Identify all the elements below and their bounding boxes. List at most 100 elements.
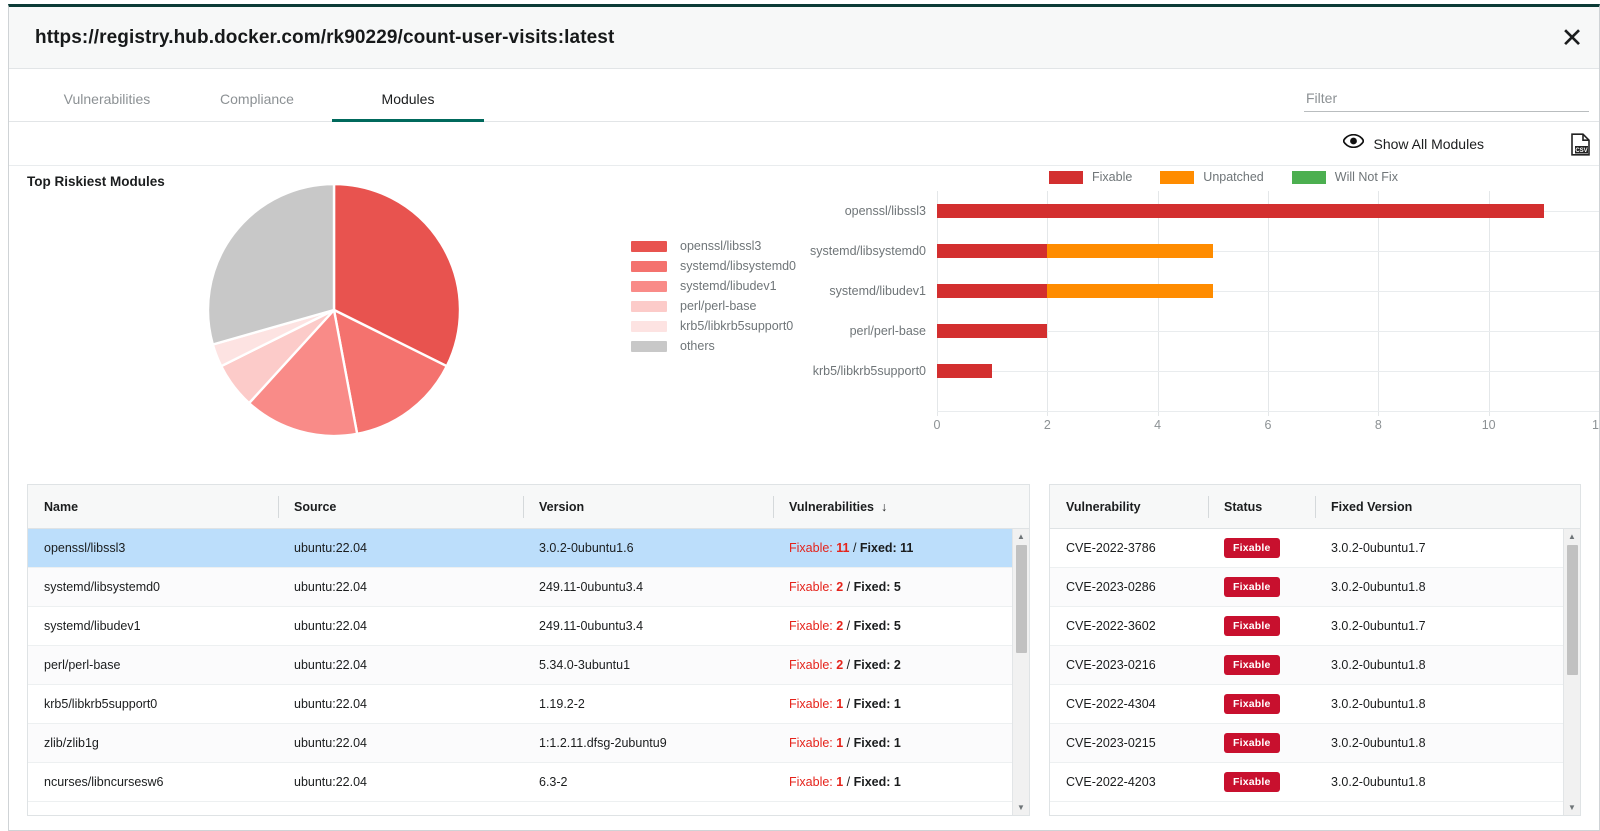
table-row[interactable]: CVE-2023-0215 Fixable 3.0.2-0ubuntu1.8 <box>1050 724 1580 763</box>
bar-legend-item[interactable]: Unpatched <box>1160 170 1281 184</box>
column-header-version[interactable]: Version <box>523 485 773 529</box>
column-header-fixed-version[interactable]: Fixed Version <box>1315 485 1535 529</box>
legend-label: krb5/libkrb5support0 <box>680 319 794 333</box>
fixed-count: Fixed: 1 <box>853 736 901 750</box>
legend-item[interactable]: others <box>631 336 796 356</box>
scrollbar-thumb[interactable] <box>1016 545 1027 653</box>
tab-compliance[interactable]: Compliance <box>182 91 332 121</box>
cell-cve-id: CVE-2022-3786 <box>1066 541 1156 555</box>
column-header-vulnerability[interactable]: Vulnerability <box>1050 485 1208 529</box>
table-row[interactable]: CVE-2022-4203 Fixable 3.0.2-0ubuntu1.8 <box>1050 763 1580 802</box>
column-header-vulnerabilities[interactable]: Vulnerabilities ↓ <box>773 485 1003 529</box>
bar-legend-item[interactable]: Will Not Fix <box>1291 170 1416 184</box>
legend-item[interactable]: perl/perl-base <box>631 296 796 316</box>
modules-table-scrollbar[interactable]: ▲ ▼ <box>1012 529 1029 815</box>
bar-segment[interactable] <box>937 364 993 378</box>
fixable-count: Fixable: 1 <box>789 697 844 711</box>
scrollbar-thumb[interactable] <box>1567 545 1578 675</box>
legend-swatch <box>631 300 667 312</box>
table-row[interactable]: krb5/libkrb5support0 ubuntu:22.04 1.19.2-2… <box>28 685 1029 724</box>
legend-item[interactable]: systemd/libudev1 <box>631 276 796 296</box>
bar-track <box>937 231 1599 271</box>
legend-item[interactable]: krb5/libkrb5support0 <box>631 316 796 336</box>
close-icon[interactable]: ✕ <box>1555 21 1589 55</box>
table-row[interactable]: CVE-2022-3602 Fixable 3.0.2-0ubuntu1.7 <box>1050 607 1580 646</box>
table-row[interactable]: perl/perl-base ubuntu:22.04 5.34.0-3ubuntu… <box>28 646 1029 685</box>
cell-version: 6.3-2 <box>539 775 568 789</box>
cell-version: 1:1.2.11.dfsg-2ubuntu9 <box>539 736 667 750</box>
table-row[interactable]: CVE-2022-4304 Fixable 3.0.2-0ubuntu1.8 <box>1050 685 1580 724</box>
fixed-count: Fixed: 1 <box>853 697 901 711</box>
legend-label: Unpatched <box>1203 170 1264 184</box>
legend-item[interactable]: openssl/libssl3 <box>631 236 796 256</box>
cell-source: ubuntu:22.04 <box>294 619 367 633</box>
cell-version: 249.11-0ubuntu3.4 <box>539 580 644 594</box>
cell-module-name: systemd/libsystemd0 <box>44 580 161 594</box>
table-row[interactable]: zlib/zlib1g ubuntu:22.04 1:1.2.11.dfsg-2ub… <box>28 724 1029 763</box>
cell-version: 249.11-0ubuntu3.4 <box>539 619 644 633</box>
legend-label: systemd/libsystemd0 <box>680 259 797 273</box>
column-header-name[interactable]: Name <box>28 485 278 529</box>
bar-segment[interactable] <box>937 324 1048 338</box>
sort-descending-icon: ↓ <box>880 499 888 514</box>
tab-vulnerabilities[interactable]: Vulnerabilities <box>32 91 182 121</box>
status-badge: Fixable <box>1224 616 1280 636</box>
legend-swatch <box>1049 170 1083 184</box>
scroll-up-icon[interactable]: ▲ <box>1564 529 1580 544</box>
tab-bar: Vulnerabilities Compliance Modules <box>9 69 1599 122</box>
legend-label: Fixable <box>1092 170 1133 184</box>
vulnerabilities-table-scrollbar[interactable]: ▲ ▼ <box>1563 529 1580 815</box>
scroll-up-icon[interactable]: ▲ <box>1013 529 1029 544</box>
legend-item[interactable]: systemd/libsystemd0 <box>631 256 796 276</box>
legend-swatch <box>631 340 667 352</box>
bar-category-label: perl/perl-base <box>849 324 926 338</box>
legend-swatch <box>1291 170 1326 184</box>
charts-section-title: Top Riskiest Modules <box>27 174 165 189</box>
status-badge: Fixable <box>1224 694 1280 714</box>
scroll-down-icon[interactable]: ▼ <box>1013 800 1029 815</box>
tab-modules[interactable]: Modules <box>332 91 484 122</box>
cell-source: ubuntu:22.04 <box>294 775 367 789</box>
fixed-count: Fixed: 11 <box>859 541 914 555</box>
table-row[interactable]: ncurses/libncursesw6 ubuntu:22.04 6.3-2 Fix… <box>28 763 1029 802</box>
filter-input[interactable] <box>1304 87 1589 112</box>
status-badge: Fixable <box>1224 577 1280 597</box>
column-header-source[interactable]: Source <box>278 485 523 529</box>
table-row[interactable]: openssl/libssl3 ubuntu:22.04 3.0.2-0ubuntu… <box>28 529 1029 568</box>
x-axis-tick-label: 10 <box>1481 418 1496 432</box>
table-row[interactable]: CVE-2023-0286 Fixable 3.0.2-0ubuntu1.8 <box>1050 568 1580 607</box>
cell-module-name: openssl/libssl3 <box>44 541 126 555</box>
fixable-count: Fixable: 2 <box>789 658 844 672</box>
bar-segment[interactable] <box>937 284 1048 298</box>
cell-module-name: krb5/libkrb5support0 <box>44 697 158 711</box>
cell-vulnerabilities: Fixable: 2 / Fixed: 5 <box>773 580 1003 594</box>
show-all-modules-button[interactable]: Show All Modules <box>1342 133 1484 153</box>
status-badge: Fixable <box>1224 655 1280 675</box>
cell-vulnerabilities: Fixable: 1 / Fixed: 1 <box>773 736 1003 750</box>
cell-vulnerabilities: Fixable: 2 / Fixed: 5 <box>773 619 1003 633</box>
column-header-status[interactable]: Status <box>1208 485 1315 529</box>
table-row[interactable]: systemd/libsystemd0 ubuntu:22.04 249.11-0u… <box>28 568 1029 607</box>
table-row[interactable]: CVE-2023-0216 Fixable 3.0.2-0ubuntu1.8 <box>1050 646 1580 685</box>
table-row[interactable]: CVE-2022-3786 Fixable 3.0.2-0ubuntu1.7 <box>1050 529 1580 568</box>
scroll-down-icon[interactable]: ▼ <box>1564 800 1580 815</box>
cell-module-name: systemd/libudev1 <box>44 619 141 633</box>
legend-swatch <box>631 240 667 252</box>
modal-header: https://registry.hub.docker.com/rk90229/… <box>9 7 1599 69</box>
cell-source: ubuntu:22.04 <box>294 736 367 750</box>
bar-segment[interactable] <box>1047 284 1213 298</box>
bar-legend-item[interactable]: Fixable <box>1049 170 1150 184</box>
bar-segment[interactable] <box>937 244 1048 258</box>
separator: / <box>849 541 860 555</box>
table-row[interactable]: systemd/libudev1 ubuntu:22.04 249.11-0ubun… <box>28 607 1029 646</box>
fixed-count: Fixed: 1 <box>853 775 901 789</box>
column-header-vulnerabilities-label: Vulnerabilities <box>789 499 874 514</box>
bar-segment[interactable] <box>937 204 1544 218</box>
bar-category-label: krb5/libkrb5support0 <box>812 364 926 378</box>
cell-status: Fixable <box>1208 733 1315 753</box>
csv-export-icon[interactable]: CSV <box>1570 133 1591 161</box>
bar-segment[interactable] <box>1047 244 1213 258</box>
status-badge: Fixable <box>1224 538 1280 558</box>
vulnerabilities-table-body: CVE-2022-3786 Fixable 3.0.2-0ubuntu1.7 CVE-… <box>1050 529 1580 815</box>
bar-chart-legend: Fixable Unpatched Will Not Fix <box>1049 170 1416 184</box>
